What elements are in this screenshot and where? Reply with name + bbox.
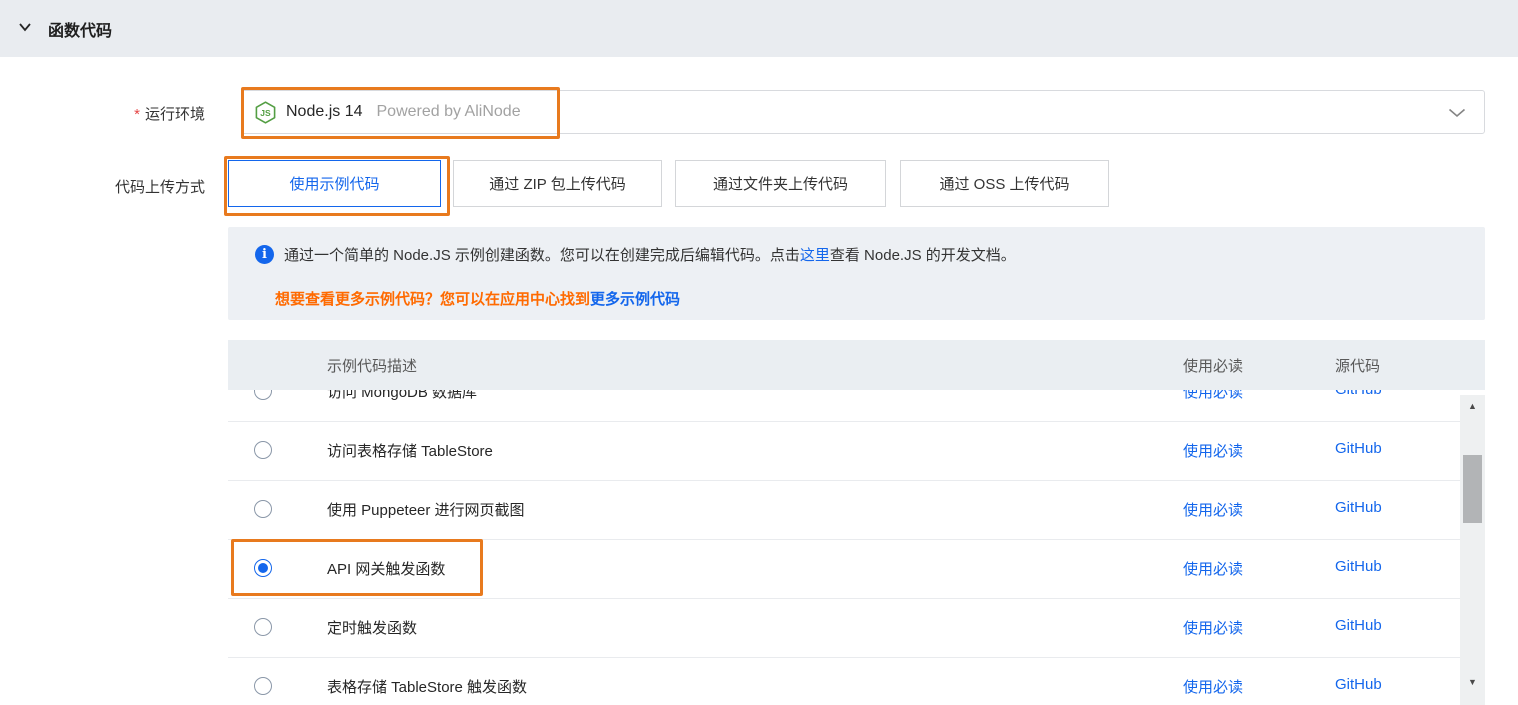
table-row-selected: API 网关触发函数 使用必读 GitHub [228, 540, 1460, 599]
runtime-label-text: 运行环境 [144, 106, 205, 123]
table-row: 表格存储 TableStore 触发函数 使用必读 GitHub [228, 658, 1460, 705]
radio-tablestore-access[interactable] [254, 441, 272, 459]
nodejs-icon: JS [255, 100, 276, 124]
table-scrollbar[interactable]: ▲ ▼ [1460, 395, 1485, 705]
row-description: 表格存储 TableStore 触发函数 [327, 679, 528, 696]
header-readme: 使用必读 [1183, 358, 1244, 375]
banner-line2: 想要查看更多示例代码？您可以在应用中心找到更多示例代码 [275, 288, 680, 309]
readme-link[interactable]: 使用必读 [1183, 499, 1243, 520]
function-code-panel: 函数代码 * 运行环境 JS Node.js 14 Powered by AliN… [0, 0, 1518, 705]
tab-upload-folder[interactable]: 通过文件夹上传代码 [675, 160, 886, 207]
github-link[interactable]: GitHub [1335, 558, 1382, 575]
section-title: 函数代码 [48, 23, 113, 40]
scroll-up-icon[interactable]: ▲ [1460, 397, 1485, 415]
readme-link[interactable]: 使用必读 [1183, 617, 1243, 638]
runtime-select[interactable]: JS Node.js 14 Powered by AliNode [241, 90, 1485, 134]
github-link[interactable]: GitHub [1335, 617, 1382, 634]
svg-text:JS: JS [260, 107, 271, 117]
required-asterisk: * [134, 106, 140, 123]
table-row: 访问表格存储 TableStore 使用必读 GitHub [228, 422, 1460, 481]
upload-method-label: 代码上传方式 [114, 179, 205, 196]
table-row: 定时触发函数 使用必读 GitHub [228, 599, 1460, 658]
github-link[interactable]: GitHub [1335, 390, 1382, 398]
readme-link[interactable]: 使用必读 [1183, 676, 1243, 697]
radio-api-gateway-selected[interactable] [254, 559, 272, 577]
banner-promo-text: 想要查看更多示例代码？您可以在应用中心找到 [275, 291, 591, 308]
section-header: 函数代码 [0, 0, 1518, 57]
select-chevron-down-icon[interactable] [1448, 108, 1466, 118]
readme-link[interactable]: 使用必读 [1183, 390, 1243, 402]
tab-upload-zip[interactable]: 通过 ZIP 包上传代码 [453, 160, 662, 207]
sample-table-body: 访问 MongoDB 数据库 使用必读 GitHub 访问表格存储 TableS… [228, 390, 1460, 705]
radio-tablestore-trigger[interactable] [254, 677, 272, 695]
scrollbar-thumb[interactable] [1463, 455, 1482, 523]
runtime-value: Node.js 14 [286, 103, 363, 120]
github-link[interactable]: GitHub [1335, 440, 1382, 457]
chevron-down-icon[interactable] [18, 22, 32, 32]
readme-link[interactable]: 使用必读 [1183, 558, 1243, 579]
more-samples-link[interactable]: 更多示例代码 [590, 291, 680, 308]
readme-link[interactable]: 使用必读 [1183, 440, 1243, 461]
banner-line1: i 通过一个简单的 Node.JS 示例创建函数。您可以在创建完成后编辑代码。点… [255, 244, 1016, 265]
row-description: 使用 Puppeteer 进行网页截图 [327, 502, 525, 519]
scroll-down-icon[interactable]: ▼ [1460, 673, 1485, 691]
table-row: 使用 Puppeteer 进行网页截图 使用必读 GitHub [228, 481, 1460, 540]
tab-upload-oss[interactable]: 通过 OSS 上传代码 [900, 160, 1109, 207]
table-row: 访问 MongoDB 数据库 使用必读 GitHub [228, 390, 1460, 422]
banner-text-1: 通过一个简单的 Node.JS 示例创建函数。您可以在创建完成后编辑代码。点击 [284, 247, 800, 264]
runtime-value-suffix: Powered by AliNode [376, 103, 521, 120]
row-description: 访问 MongoDB 数据库 [327, 390, 478, 401]
radio-mongodb[interactable] [254, 390, 272, 400]
tab-use-sample-code[interactable]: 使用示例代码 [228, 160, 441, 207]
header-source: 源代码 [1335, 358, 1381, 375]
radio-timer-trigger[interactable] [254, 618, 272, 636]
info-banner: i 通过一个简单的 Node.JS 示例创建函数。您可以在创建完成后编辑代码。点… [228, 227, 1485, 320]
row-description: 定时触发函数 [327, 620, 418, 637]
github-link[interactable]: GitHub [1335, 499, 1382, 516]
radio-puppeteer[interactable] [254, 500, 272, 518]
row-description: API 网关触发函数 [327, 561, 446, 578]
info-circle-icon: i [255, 245, 274, 264]
header-description: 示例代码描述 [327, 358, 418, 375]
runtime-label: * 运行环境 [0, 103, 205, 124]
banner-text-2: 查看 Node.JS 的开发文档。 [829, 247, 1016, 264]
row-description: 访问表格存储 TableStore [327, 443, 493, 460]
sample-table-header: 示例代码描述 使用必读 源代码 [228, 340, 1485, 390]
banner-here-link[interactable]: 这里 [800, 244, 830, 265]
github-link[interactable]: GitHub [1335, 676, 1382, 693]
